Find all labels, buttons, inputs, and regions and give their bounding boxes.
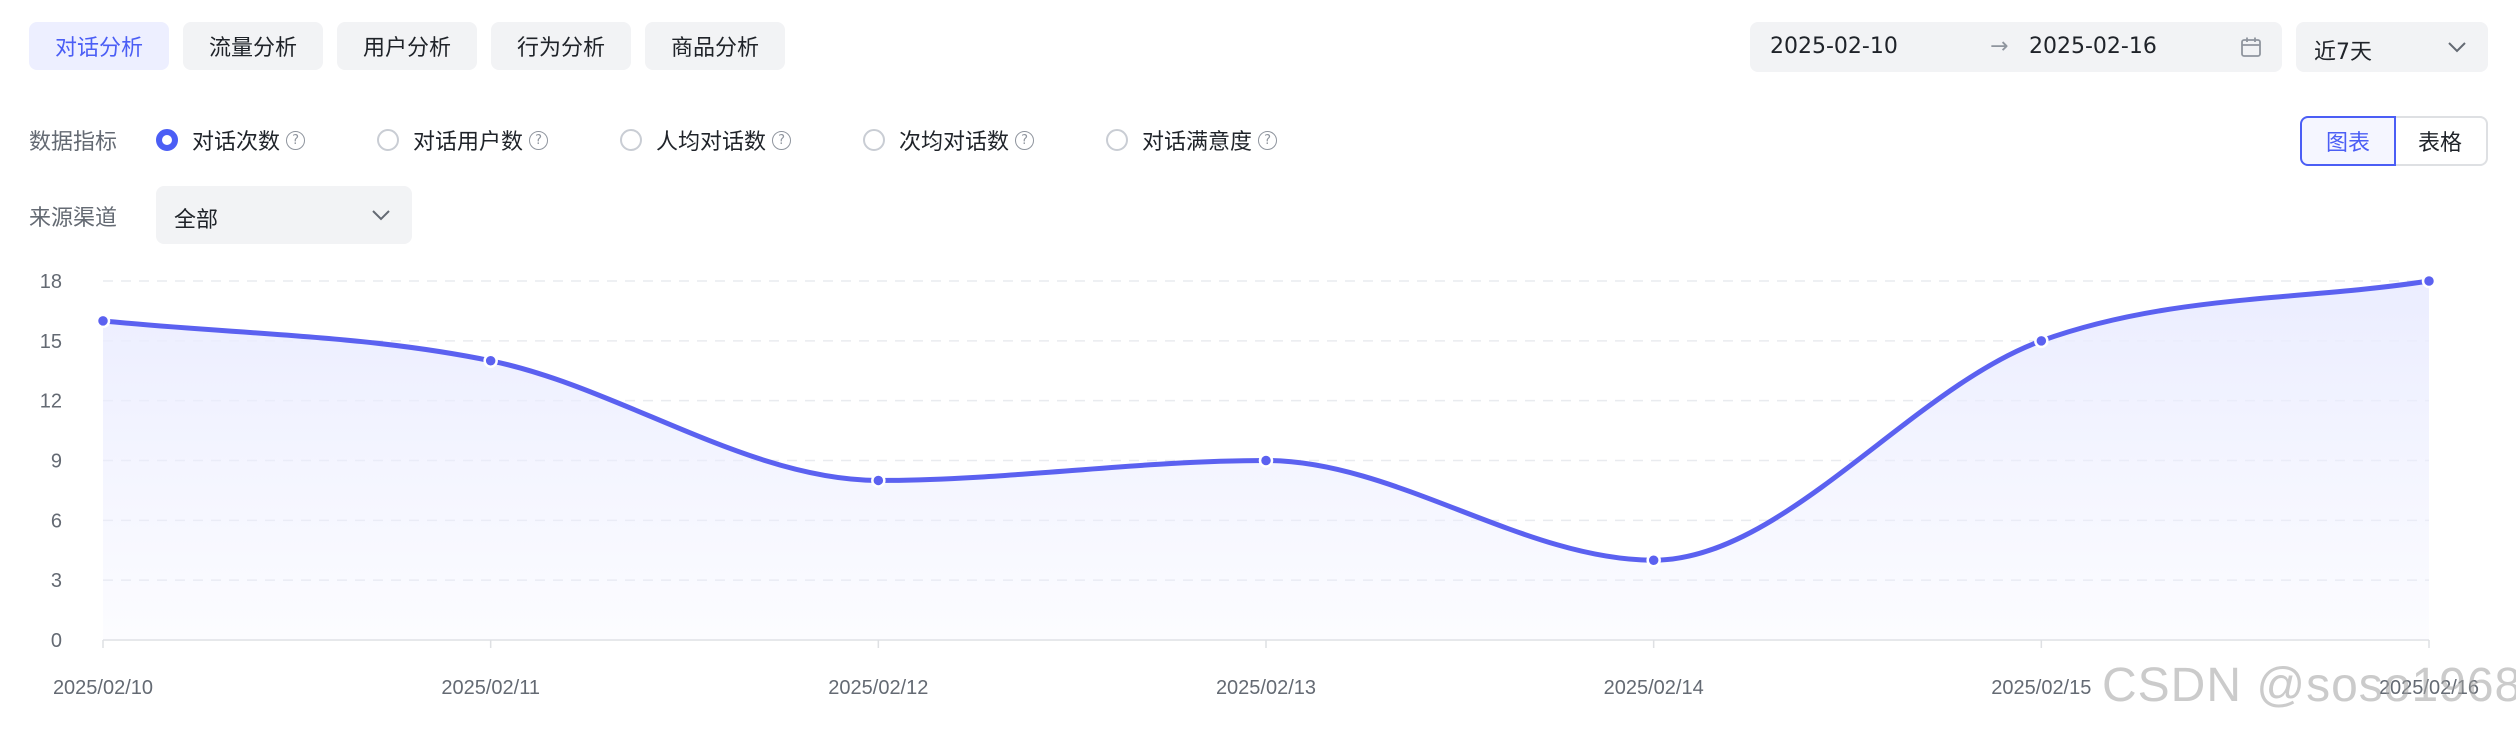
y-tick-label: 3: [51, 570, 62, 592]
view-toggle-chart[interactable]: 图表: [2300, 116, 2396, 166]
dialog-count-chart: 0 3 6 9 12 15 18 2025/02/10 2025/02/11 2025/02/12…: [40, 271, 2479, 699]
watermark: CSDN @soso1968: [2102, 659, 2516, 712]
data-point: [2421, 273, 2437, 289]
data-point: [2034, 333, 2049, 349]
data-point: [871, 473, 886, 488]
y-tick-label: 9: [51, 451, 62, 473]
x-tick-label: 2025/02/15: [1991, 677, 2091, 699]
y-tick-label: 15: [40, 331, 62, 353]
y-tick-label: 0: [51, 630, 62, 652]
x-tick-label: 2025/02/10: [53, 677, 153, 699]
data-point: [1646, 552, 1661, 568]
x-tick-label: 2025/02/12: [828, 677, 928, 699]
y-tick-label: 18: [40, 271, 62, 293]
data-point: [483, 353, 498, 369]
x-tick-label: 2025/02/13: [1216, 677, 1316, 699]
y-tick-label: 12: [40, 391, 62, 413]
x-tick-label: 2025/02/14: [1604, 677, 1704, 699]
x-tick-label: 2025/02/11: [441, 677, 540, 699]
data-point: [95, 313, 111, 329]
data-point: [1258, 453, 1274, 468]
y-tick-label: 6: [51, 510, 62, 532]
